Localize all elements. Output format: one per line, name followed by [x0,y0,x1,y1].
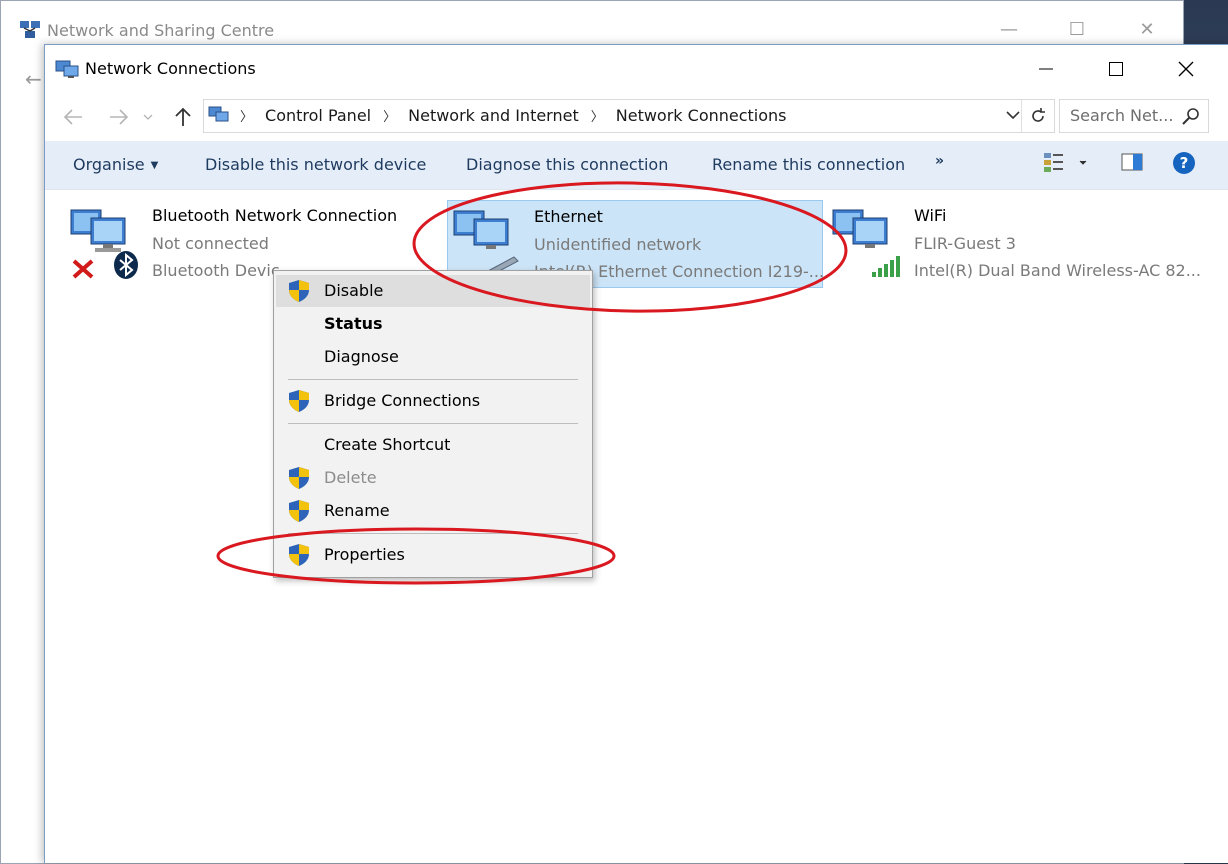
change-view-icon[interactable] [1043,151,1091,175]
more-commands-button[interactable]: » [935,153,944,169]
background-titlebar: Network and Sharing Centre — ☐ ✕ [1,1,1183,45]
refresh-icon [1032,108,1045,122]
uac-shield-icon [289,544,309,566]
menu-separator [288,423,578,424]
organise-menu[interactable]: Organise ▼ [73,155,158,174]
menu-item-label: Properties [324,545,405,564]
menu-item-label: Diagnose [324,347,399,366]
breadcrumb: 〉 Control Panel 〉 Network and Internet 〉… [240,106,787,125]
address-bar[interactable]: 〉 Control Panel 〉 Network and Internet 〉… [203,99,1055,133]
minimize-button[interactable] [1011,45,1081,93]
navigation-row: 〉 Control Panel 〉 Network and Internet 〉… [45,97,1228,137]
maximize-button[interactable] [1081,45,1151,93]
connection-name: Bluetooth Network Connection [152,206,398,225]
caret-down-icon: ▼ [150,160,159,171]
menu-item-status[interactable]: Status [276,308,590,340]
up-button[interactable] [171,105,195,129]
breadcrumb-control-panel[interactable]: Control Panel [265,106,371,125]
breadcrumb-chevron-icon: 〉 [590,110,604,125]
uac-shield-icon [289,280,309,302]
menu-item-label: Bridge Connections [324,391,481,410]
context-menu: Disable Status Diagnose Bridge Connectio… [273,270,593,578]
network-connections-icon [208,106,229,122]
red-x-icon [72,259,94,279]
bg-maximize-button[interactable]: ☐ [1057,15,1097,45]
organise-label: Organise [73,155,145,174]
menu-item-delete[interactable]: Delete [276,462,590,494]
maximize-icon [1109,62,1123,76]
bg-minimize-button[interactable]: — [989,15,1029,45]
close-button[interactable] [1151,45,1221,93]
menu-item-label: Create Shortcut [324,435,451,454]
menu-item-properties[interactable]: Properties [276,539,590,571]
menu-item-diagnose[interactable]: Diagnose [276,341,590,373]
connections-list: Bluetooth Network Connection Not connect… [45,190,1228,863]
window-title: Network Connections [85,59,256,78]
diagnose-connection-button[interactable]: Diagnose this connection [466,155,668,174]
command-bar: Organise ▼ Disable this network device Di… [45,141,1228,190]
uac-shield-icon [289,467,309,489]
close-icon [1178,61,1194,77]
menu-separator [288,533,578,534]
connection-wifi[interactable]: WiFi FLIR-Guest 3 Intel(R) Dual Band Wir… [831,200,1211,290]
minimize-icon [1039,68,1053,70]
network-connections-icon [55,60,79,78]
menu-item-label: Rename [324,501,390,520]
network-monitor-icon [453,210,519,276]
bg-back-arrow-icon[interactable]: ← [25,67,42,91]
rename-connection-button[interactable]: Rename this connection [712,155,905,174]
menu-item-rename[interactable]: Rename [276,495,590,527]
search-box[interactable]: Search Net... [1059,99,1209,133]
search-icon [1182,108,1199,125]
connection-device: Intel(R) Dual Band Wireless-AC 82... [914,261,1201,280]
forward-arrow-icon [110,109,129,125]
connection-status: FLIR-Guest 3 [914,234,1016,253]
disable-device-button[interactable]: Disable this network device [205,155,426,174]
connection-name: Ethernet [534,207,603,226]
menu-item-label: Delete [324,468,377,487]
uac-shield-icon [289,390,309,412]
network-connections-window: Network Connections 〉 Control Panel 〉 Ne… [44,44,1228,863]
help-button[interactable]: ? [1173,152,1195,174]
uac-shield-icon [289,500,309,522]
menu-item-create-shortcut[interactable]: Create Shortcut [276,429,590,461]
forward-button[interactable] [107,105,131,129]
bluetooth-icon [114,251,138,279]
breadcrumb-chevron-icon: 〉 [240,110,254,125]
connection-status: Not connected [152,234,269,253]
breadcrumb-chevron-icon: 〉 [383,110,397,125]
menu-item-bridge-connections[interactable]: Bridge Connections [276,385,590,417]
breadcrumb-network-and-internet[interactable]: Network and Internet [408,106,579,125]
connection-status: Unidentified network [534,235,702,254]
preview-pane-icon[interactable] [1121,151,1143,173]
search-placeholder: Search Net... [1070,106,1174,125]
connection-name: WiFi [914,206,947,225]
chevron-down-icon [143,114,153,120]
network-sharing-icon [20,21,40,38]
back-button[interactable] [61,105,85,129]
menu-item-disable[interactable]: Disable [276,275,590,307]
recent-locations-button[interactable] [141,105,155,129]
back-arrow-icon [63,109,82,125]
menu-item-label: Disable [324,281,384,300]
wifi-signal-icon [872,256,900,277]
menu-item-label: Status [324,314,383,333]
bg-close-button[interactable]: ✕ [1127,15,1167,45]
up-arrow-icon [175,107,191,126]
menu-separator [288,379,578,380]
background-window-title: Network and Sharing Centre [47,21,275,40]
titlebar: Network Connections [45,45,1228,93]
connection-device: Bluetooth Devic [152,261,280,280]
address-dropdown-icon[interactable] [1006,107,1020,123]
refresh-button[interactable] [1021,100,1054,132]
breadcrumb-network-connections[interactable]: Network Connections [616,106,787,125]
